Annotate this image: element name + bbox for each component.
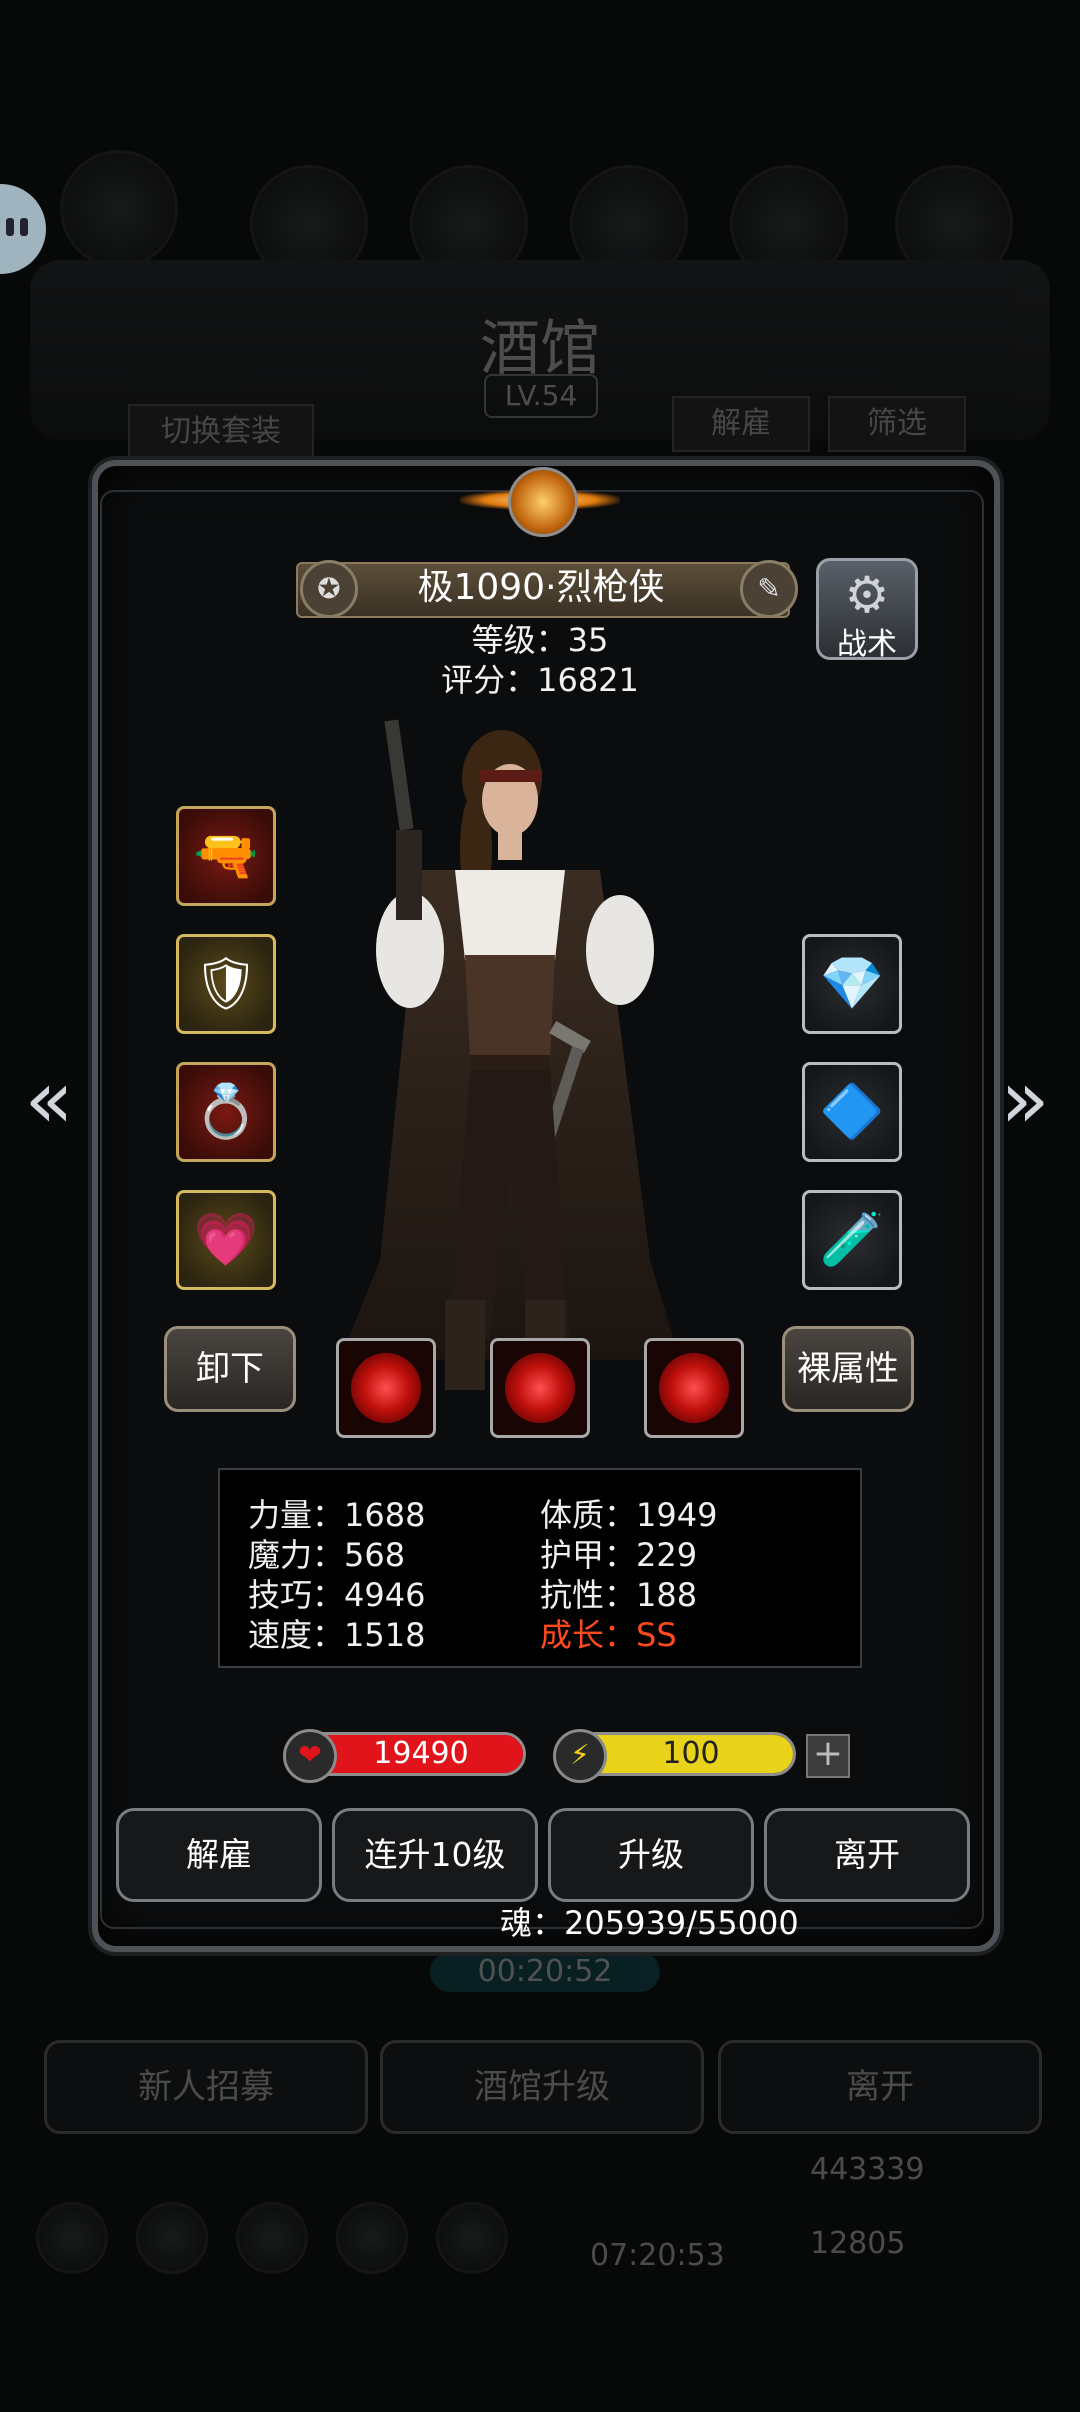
- armor-slot[interactable]: 🛡: [176, 934, 276, 1034]
- prev-hero-chevron-left-icon[interactable]: «: [14, 1060, 84, 1140]
- leave-button[interactable]: 离开: [764, 1808, 970, 1902]
- gem-slot-1[interactable]: 💎: [802, 934, 902, 1034]
- bottom-nav-icon: [436, 2202, 508, 2274]
- recruit-button: 新人招募: [44, 2040, 368, 2134]
- add-energy-plus-icon[interactable]: +: [806, 1734, 850, 1778]
- base-attributes-button[interactable]: 裸属性: [782, 1326, 914, 1412]
- energy-bar: 100 ⚡: [553, 1729, 796, 1783]
- bg-dismiss-button: 解雇: [672, 396, 810, 452]
- switch-outfit-button: 切换套装: [128, 404, 314, 460]
- panel-emblem-icon: [420, 455, 660, 545]
- heart-icon: ❤: [283, 1729, 337, 1783]
- hp-value: 19490: [373, 1736, 469, 1771]
- level-up-button[interactable]: 升级: [548, 1808, 754, 1902]
- bg-filter-button: 筛选: [828, 396, 966, 452]
- bg-timer: 00:20:52: [430, 1952, 660, 1992]
- dismiss-button[interactable]: 解雇: [116, 1808, 322, 1902]
- skill-slot-2[interactable]: [490, 1338, 590, 1438]
- tactics-button[interactable]: ⚙ 战术: [816, 558, 918, 662]
- gold-count: 443339: [810, 2152, 925, 2187]
- crosshair-skill-icon: [351, 1353, 421, 1423]
- ring-icon: 💍: [193, 1082, 259, 1142]
- green-crystal-icon: 💎: [819, 954, 885, 1014]
- gem-count: 12805: [810, 2226, 906, 2261]
- potion-slot[interactable]: 🧪: [802, 1190, 902, 1290]
- gear-icon: ⚙: [844, 566, 890, 624]
- bottom-nav-icon: [36, 2202, 108, 2274]
- amulet-slot[interactable]: 💗: [176, 1190, 276, 1290]
- potion-icon: 🧪: [819, 1210, 885, 1270]
- armor-icon: 🛡: [192, 954, 259, 1014]
- next-hero-chevron-right-icon[interactable]: »: [990, 1060, 1060, 1140]
- energy-value: 100: [662, 1736, 720, 1771]
- weapon-slot[interactable]: 🔫: [176, 806, 276, 906]
- level-up-10-button[interactable]: 连升10级: [332, 1808, 538, 1902]
- heart-amulet-icon: 💗: [193, 1210, 259, 1270]
- bottom-timer: 07:20:53: [590, 2238, 725, 2273]
- ring-slot[interactable]: 💍: [176, 1062, 276, 1162]
- flintlock-pistol-icon: 🔫: [193, 826, 259, 886]
- gem-slot-2[interactable]: 🔷: [802, 1062, 902, 1162]
- bottom-nav-icon: [336, 2202, 408, 2274]
- lightning-icon: ⚡: [553, 1729, 607, 1783]
- bottom-nav-icon: [136, 2202, 208, 2274]
- bottom-nav-icon: [236, 2202, 308, 2274]
- tavern-level: LV.54: [484, 374, 598, 418]
- skill-slot-1[interactable]: [336, 1338, 436, 1438]
- blue-gem-icon: 🔷: [819, 1082, 885, 1142]
- bg-leave-button: 离开: [718, 2040, 1042, 2134]
- stat-growth: 成长：SS: [540, 1616, 677, 1654]
- tavern-upgrade-button: 酒馆升级: [380, 2040, 704, 2134]
- unequip-button[interactable]: 卸下: [164, 1326, 296, 1412]
- soul-counter: 魂：205939/55000: [500, 1904, 799, 1942]
- stat-speed: 速度：1518: [248, 1616, 426, 1654]
- hero-name: 极1090·烈枪侠: [417, 567, 665, 608]
- target-skill-icon: [659, 1353, 729, 1423]
- hp-bar: 19490 ❤: [283, 1729, 526, 1783]
- skill-slot-3[interactable]: [644, 1338, 744, 1438]
- tactics-label: 战术: [837, 627, 897, 662]
- hero-score: 评分：16821: [441, 661, 639, 699]
- swirl-skill-icon: [505, 1353, 575, 1423]
- avatar: [60, 150, 178, 268]
